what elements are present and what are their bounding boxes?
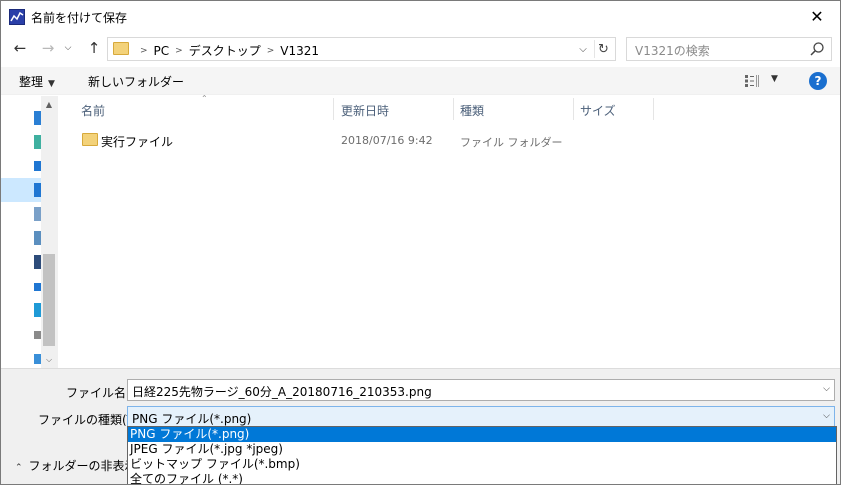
chevron-down-icon: ⌵ [64, 43, 72, 53]
breadcrumb: > PC > デスクトップ > V1321 [134, 42, 319, 59]
navigation-pane: ▲ ⌵ [1, 96, 58, 368]
hide-folders-label: フォルダーの非表示 [28, 459, 137, 473]
filetype-option-jpeg[interactable]: JPEG ファイル(*.jpg *jpeg) [128, 442, 836, 457]
nav-item-network-location[interactable] [1, 346, 41, 370]
chevron-up-icon: ⌃ [15, 463, 23, 473]
filetype-select[interactable]: PNG ファイル(*.png) ⌵ [127, 406, 835, 428]
column-divider[interactable] [453, 98, 454, 120]
new-folder-button[interactable]: 新しいフォルダー [88, 73, 184, 90]
close-icon: ✕ [810, 7, 824, 26]
navigation-bar: ← → ⌵ ↑ > PC > デスクトップ > V1321 ⌵ ↻ V1321の… [1, 34, 840, 64]
close-button[interactable]: ✕ [794, 1, 840, 32]
network-icon [34, 135, 41, 149]
help-icon[interactable]: ? [809, 72, 827, 90]
column-header-type[interactable]: 種類 [460, 96, 484, 122]
windows-icon [34, 303, 41, 317]
triangle-down-icon: ▼ [48, 79, 55, 89]
file-type: ファイル フォルダー [460, 136, 563, 149]
nav-item-downloads[interactable] [1, 154, 41, 178]
nav-item-network[interactable] [1, 130, 41, 154]
folder-icon [113, 42, 129, 55]
save-as-dialog: 名前を付けて保存 ✕ ← → ⌵ ↑ > PC > デスクトップ > V1321 [0, 0, 841, 485]
chevron-right-icon: > [140, 45, 148, 56]
file-modified: 2018/07/16 9:42 [341, 134, 433, 147]
column-divider[interactable] [573, 98, 574, 120]
nav-pane-scroll-thumb[interactable] [43, 254, 55, 346]
column-header-name[interactable]: 名前 [81, 96, 105, 122]
search-placeholder: V1321の検索 [635, 44, 710, 58]
hide-folders-button[interactable]: ⌃ フォルダーの非表示 [15, 457, 137, 474]
filetype-option-png[interactable]: PNG ファイル(*.png) [128, 427, 836, 442]
filetype-value: PNG ファイル(*.png) [132, 412, 252, 426]
new-folder-label: 新しいフォルダー [88, 75, 185, 89]
command-bar: 整理 ▼ 新しいフォルダー ▼ ? [1, 67, 840, 95]
nav-item-documents[interactable] [1, 202, 41, 226]
column-divider[interactable] [333, 98, 334, 120]
filename-input[interactable]: 日経225先物ラージ_60分_A_20180716_210353.png ⌵ [127, 379, 835, 401]
music-icon [34, 283, 41, 291]
drive-icon [34, 331, 41, 339]
search-icon[interactable] [809, 41, 825, 57]
file-name: 実行ファイル [101, 135, 174, 149]
title-bar: 名前を付けて保存 ✕ [1, 1, 840, 32]
refresh-icon: ↻ [598, 41, 609, 57]
recent-locations-button[interactable]: ⌵ [61, 37, 75, 59]
refresh-button[interactable]: ↻ [594, 40, 612, 58]
file-list: ⌃ 名前 更新日時 種類 サイズ 実行ファイル 2018/07/16 9:42 … [59, 94, 840, 368]
app-icon [9, 9, 25, 25]
filetype-option-all[interactable]: 全てのファイル (*.*) [128, 472, 836, 484]
breadcrumb-desktop[interactable]: デスクトップ [189, 42, 261, 59]
desktop-icon [34, 183, 41, 197]
download-arrow-icon [34, 161, 41, 171]
chevron-down-icon: ⌵ [579, 43, 587, 55]
nav-item-windows[interactable] [1, 298, 41, 322]
address-dropdown-button[interactable]: ⌵ [575, 41, 591, 57]
nav-pane-scrollbar[interactable]: ▲ ⌵ [41, 96, 57, 368]
view-dropdown-icon[interactable]: ▼ [771, 74, 778, 84]
nav-item-drive[interactable] [1, 322, 41, 346]
address-bar[interactable]: > PC > デスクトップ > V1321 ⌵ ↻ [107, 37, 616, 61]
organize-button[interactable]: 整理 ▼ [19, 73, 55, 90]
forward-button[interactable]: → [37, 37, 59, 59]
arrow-left-icon: ← [13, 39, 27, 57]
film-icon [34, 255, 41, 269]
filename-value: 日経225先物ラージ_60分_A_20180716_210353.png [132, 385, 432, 399]
search-input[interactable]: V1321の検索 [626, 37, 832, 61]
chevron-right-icon[interactable]: > [267, 46, 275, 56]
arrow-up-icon: ↑ [87, 39, 101, 57]
document-icon [34, 207, 41, 221]
folder-icon [82, 133, 98, 146]
arrow-right-icon: → [41, 39, 55, 57]
back-button[interactable]: ← [9, 37, 31, 59]
chevron-right-icon[interactable]: > [175, 46, 183, 56]
breadcrumb-v1321[interactable]: V1321 [280, 44, 319, 58]
column-divider[interactable] [653, 98, 654, 120]
organize-label: 整理 [19, 75, 44, 89]
nav-item-desktop[interactable] [1, 106, 41, 130]
up-button[interactable]: ↑ [83, 37, 105, 59]
sort-ascending-icon: ⌃ [201, 94, 208, 103]
filetype-dropdown-list: PNG ファイル(*.png) JPEG ファイル(*.jpg *jpeg) ビ… [127, 426, 837, 484]
view-options-icon[interactable] [745, 75, 761, 87]
network-drive-icon [34, 354, 41, 364]
nav-item-music[interactable] [1, 274, 41, 298]
nav-item-videos[interactable] [1, 250, 41, 274]
pictures-icon [34, 231, 41, 245]
chevron-down-icon[interactable]: ⌵ [823, 384, 830, 394]
window-title: 名前を付けて保存 [31, 11, 128, 25]
chevron-down-icon[interactable]: ⌵ [823, 411, 830, 421]
monitor-icon [34, 111, 41, 125]
scroll-down-icon[interactable]: ⌵ [41, 352, 57, 368]
breadcrumb-pc[interactable]: PC [154, 44, 170, 58]
scroll-up-icon[interactable]: ▲ [41, 96, 57, 112]
column-header-size[interactable]: サイズ [580, 96, 616, 122]
nav-item-pictures[interactable] [1, 226, 41, 250]
nav-item-selected-folder[interactable] [1, 178, 41, 202]
filetype-option-bmp[interactable]: ビットマップ ファイル(*.bmp) [128, 457, 836, 472]
list-item[interactable]: 実行ファイル 2018/07/16 9:42 ファイル フォルダー [79, 130, 679, 152]
column-header-modified[interactable]: 更新日時 [341, 96, 389, 122]
